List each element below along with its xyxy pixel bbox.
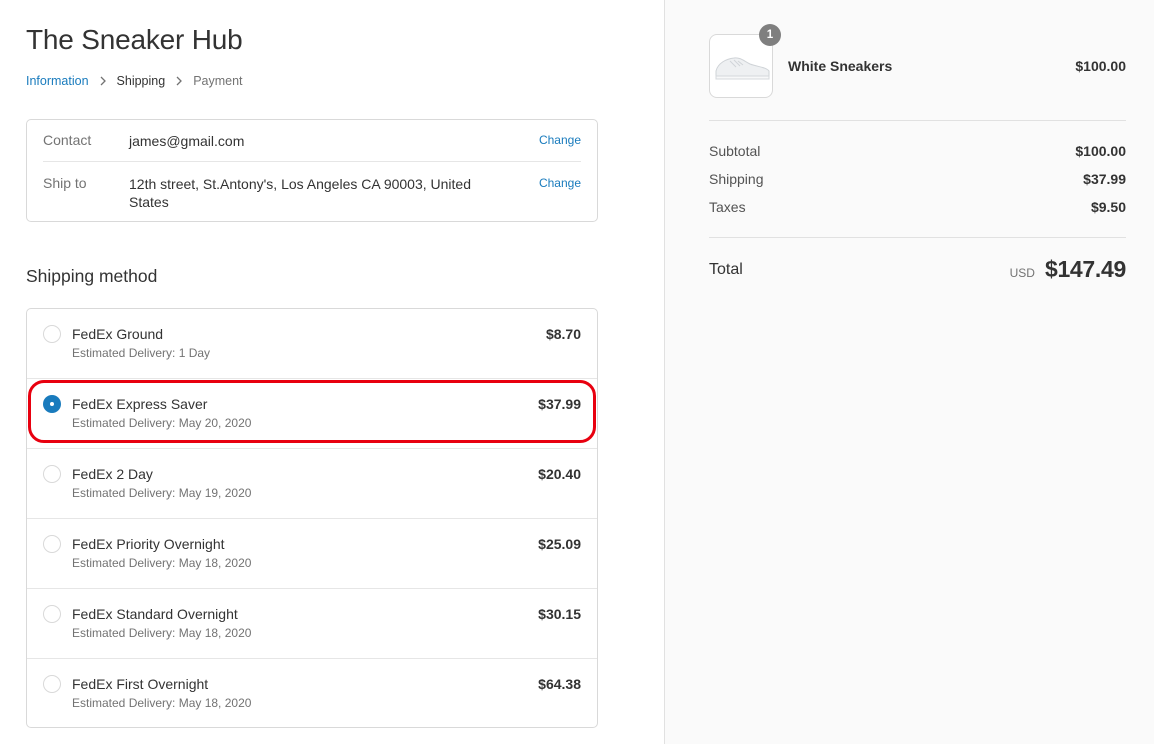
- shipping-option-name: FedEx 2 Day: [72, 466, 153, 482]
- product-price: $100.00: [1075, 58, 1126, 74]
- ship-to-value: 12th street, St.Antony's, Los Angeles CA…: [129, 176, 472, 210]
- ship-to-label: Ship to: [43, 175, 87, 191]
- radio-button[interactable]: [43, 535, 61, 553]
- shipping-option-price: $25.09: [538, 536, 581, 552]
- review-ship-to-row: Ship to 12th street, St.Antony's, Los An…: [43, 175, 581, 211]
- change-ship-to-link[interactable]: Change: [539, 176, 581, 190]
- shipping-option-fedex-first-overnight[interactable]: FedEx First Overnight Estimated Delivery…: [27, 659, 597, 729]
- contact-label: Contact: [43, 132, 92, 148]
- shipping-option-price: $30.15: [538, 606, 581, 622]
- shipping-option-name: FedEx Ground: [72, 326, 164, 342]
- change-contact-link[interactable]: Change: [539, 133, 581, 147]
- chevron-right-icon: [175, 76, 183, 86]
- total-amount: USD $147.49: [1009, 256, 1127, 283]
- divider: [709, 120, 1126, 121]
- shipping-option-eta: Estimated Delivery: 1 Day: [72, 346, 211, 360]
- shipping-option-price: $20.40: [538, 466, 581, 482]
- subtotal-value: $100.00: [1075, 143, 1126, 159]
- shipping-methods-list: FedEx Ground Estimated Delivery: 1 Day $…: [26, 308, 598, 728]
- breadcrumb-shipping: Shipping: [116, 74, 166, 88]
- taxes-value: $9.50: [1090, 199, 1126, 215]
- shipping-option-name: FedEx Standard Overnight: [72, 606, 238, 622]
- shipping-option-name: FedEx First Overnight: [72, 676, 209, 692]
- shipping-option-price: $8.70: [545, 326, 581, 342]
- taxes-label: Taxes: [709, 199, 746, 215]
- radio-button[interactable]: [43, 675, 61, 693]
- order-summary-sidebar: 1 White Sneakers $100.00 Subtotal $100.0…: [664, 0, 1154, 744]
- chevron-right-icon: [99, 76, 107, 86]
- sneaker-icon: [715, 57, 770, 80]
- shipping-option-name: FedEx Priority Overnight: [72, 536, 225, 552]
- shipping-option-eta: Estimated Delivery: May 19, 2020: [72, 486, 252, 500]
- total-currency: USD: [1009, 266, 1035, 280]
- shipping-option-price: $64.38: [538, 676, 581, 692]
- radio-button-selected[interactable]: [43, 395, 61, 413]
- shipping-option-eta: Estimated Delivery: May 18, 2020: [72, 626, 252, 640]
- checkout-main: The Sneaker Hub Information Shipping Pay…: [0, 0, 664, 744]
- shipping-method-title: Shipping method: [26, 266, 158, 286]
- shipping-option-fedex-standard-overnight[interactable]: FedEx Standard Overnight Estimated Deliv…: [27, 589, 597, 659]
- contact-value: james@gmail.com: [129, 133, 245, 149]
- taxes-row: Taxes $9.50: [709, 199, 1126, 215]
- store-title: The Sneaker Hub: [26, 24, 243, 55]
- shipping-option-fedex-ground[interactable]: FedEx Ground Estimated Delivery: 1 Day $…: [27, 309, 597, 379]
- shipping-value: $37.99: [1083, 171, 1126, 187]
- breadcrumb-payment: Payment: [193, 74, 243, 88]
- shipping-option-price: $37.99: [538, 396, 581, 412]
- shipping-option-eta: Estimated Delivery: May 20, 2020: [72, 416, 252, 430]
- shipping-row: Shipping $37.99: [709, 171, 1126, 187]
- shipping-option-eta: Estimated Delivery: May 18, 2020: [72, 556, 252, 570]
- shipping-option-fedex-2-day[interactable]: FedEx 2 Day Estimated Delivery: May 19, …: [27, 449, 597, 519]
- quantity-badge: 1: [759, 24, 781, 46]
- divider: [709, 237, 1126, 238]
- product-name: White Sneakers: [788, 58, 893, 74]
- radio-button[interactable]: [43, 605, 61, 623]
- breadcrumb-information[interactable]: Information: [26, 74, 89, 88]
- total-value: $147.49: [1044, 256, 1126, 282]
- review-contact-row: Contact james@gmail.com Change: [43, 132, 581, 162]
- shipping-option-eta: Estimated Delivery: May 18, 2020: [72, 696, 252, 710]
- breadcrumb: Information Shipping Payment: [26, 74, 243, 88]
- shipping-option-fedex-priority-overnight[interactable]: FedEx Priority Overnight Estimated Deliv…: [27, 519, 597, 589]
- subtotal-row: Subtotal $100.00: [709, 143, 1126, 159]
- shipping-option-fedex-express-saver[interactable]: FedEx Express Saver Estimated Delivery: …: [27, 379, 597, 449]
- subtotal-label: Subtotal: [709, 143, 761, 159]
- radio-button[interactable]: [43, 325, 61, 343]
- total-label: Total: [709, 261, 743, 278]
- review-block: Contact james@gmail.com Change Ship to 1…: [26, 119, 598, 222]
- shipping-option-name: FedEx Express Saver: [72, 396, 208, 412]
- radio-button[interactable]: [43, 465, 61, 483]
- shipping-label: Shipping: [709, 171, 764, 187]
